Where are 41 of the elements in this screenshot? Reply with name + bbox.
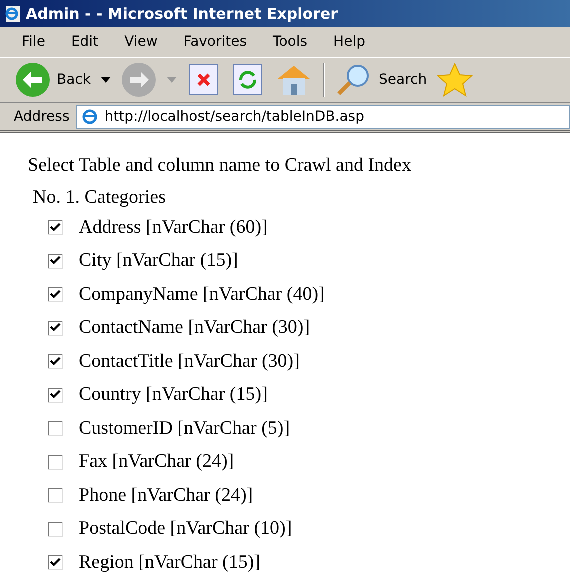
column-label: Fax [nVarChar (24)] [79, 451, 234, 474]
column-label: City [nVarChar (15)] [79, 250, 238, 272]
checkbox[interactable] [48, 388, 63, 403]
instruction-text: Select Table and column name to Crawl and Index [28, 155, 412, 177]
checkbox[interactable] [48, 287, 63, 302]
column-label: Address [nVarChar (60)] [79, 216, 268, 239]
checkbox[interactable] [48, 220, 63, 236]
checkbox[interactable] [48, 454, 63, 470]
caret-icon[interactable] [101, 77, 111, 83]
checkbox[interactable] [48, 254, 63, 269]
column-label: ContactTitle [nVarChar (30)] [79, 350, 300, 373]
address-field[interactable]: http://localhost/search/tableInDB.asp [76, 104, 570, 128]
checkbox[interactable] [48, 354, 63, 370]
column-label: ContactName [nVarChar (30)] [79, 317, 310, 340]
column-label: PostalCode [nVarChar (10)] [79, 518, 292, 540]
menu-item[interactable]: Edit [71, 34, 99, 50]
checkbox[interactable] [48, 320, 63, 336]
menu-item[interactable]: Tools [273, 34, 308, 50]
menu-item[interactable]: File [22, 34, 46, 50]
address-label: Address [14, 108, 70, 124]
menu-item[interactable]: Help [334, 34, 366, 50]
search-button[interactable]: Search [335, 63, 428, 97]
back-button[interactable]: Back [15, 62, 91, 98]
checkbox[interactable] [48, 555, 63, 570]
page-icon [80, 108, 99, 126]
menu-item[interactable]: View [124, 34, 158, 50]
column-label: Country [nVarChar (15)] [79, 384, 268, 406]
checkbox[interactable] [48, 522, 63, 537]
refresh-icon[interactable] [231, 63, 265, 97]
browser-icon [4, 4, 22, 22]
window-title: Admin - - Microsoft Internet Explorer [26, 4, 338, 22]
column-label: Region [nVarChar (15)] [79, 552, 261, 574]
stop-icon[interactable] [187, 63, 221, 97]
table-title: No. 1. Categories [33, 187, 167, 209]
checkbox[interactable] [48, 488, 63, 504]
checkbox[interactable] [48, 421, 63, 436]
column-label: CustomerID [nVarChar (5)] [79, 418, 290, 440]
column-label: CompanyName [nVarChar (40)] [79, 284, 325, 306]
star-icon[interactable] [437, 63, 474, 97]
menu-item[interactable]: Favorites [184, 34, 248, 50]
column-label: Phone [nVarChar (24)] [79, 484, 254, 507]
